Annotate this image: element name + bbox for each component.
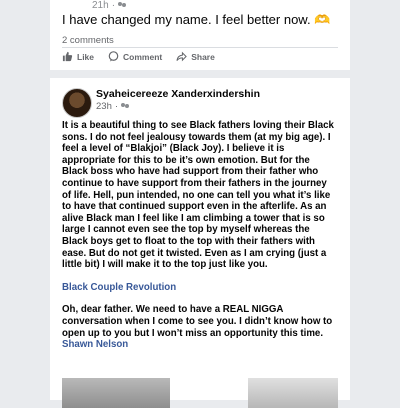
friends-audience-icon	[121, 102, 130, 111]
mention-link[interactable]: Shawn Nelson	[62, 339, 128, 350]
comment-button[interactable]: Comment	[108, 51, 162, 62]
action-bar: Like Comment Share	[62, 51, 338, 62]
post-photo-right[interactable]	[248, 378, 338, 408]
separator-dot: ·	[114, 101, 119, 112]
post-meta: 23h ·	[96, 101, 130, 112]
thumbs-up-icon	[62, 51, 73, 62]
post-paragraph: Oh, dear father. We need to have a REAL …	[62, 304, 333, 339]
share-button[interactable]: Share	[176, 51, 215, 62]
post-text: I have changed my name. I feel better no…	[62, 12, 331, 27]
post-timestamp[interactable]: 21h	[92, 0, 109, 11]
post-photo-left[interactable]	[62, 378, 170, 408]
post-timestamp[interactable]: 23h	[96, 101, 112, 112]
post-paragraph: It is a beautiful thing to see Black fat…	[62, 120, 334, 271]
divider	[62, 47, 338, 48]
separator-dot: ·	[111, 0, 116, 11]
comment-label: Comment	[123, 51, 163, 62]
author-name[interactable]: Syaheicereeze Xanderxindershin	[96, 88, 260, 100]
like-button[interactable]: Like	[62, 51, 94, 62]
friends-audience-icon	[118, 1, 127, 10]
post-card-1: 21h · I have changed my name. I feel bet…	[50, 0, 350, 70]
comments-count[interactable]: 2 comments	[62, 35, 114, 46]
post-card-2: Syaheicereeze Xanderxindershin 23h · It …	[50, 78, 350, 408]
group-tag-link[interactable]: Black Couple Revolution	[62, 282, 176, 293]
share-icon	[176, 51, 188, 62]
post-body: It is a beautiful thing to see Black fat…	[62, 120, 338, 362]
share-label: Share	[191, 51, 215, 62]
avatar[interactable]	[62, 88, 92, 118]
post-meta: 21h ·	[92, 0, 127, 11]
comment-icon	[108, 51, 119, 62]
like-label: Like	[77, 51, 95, 62]
